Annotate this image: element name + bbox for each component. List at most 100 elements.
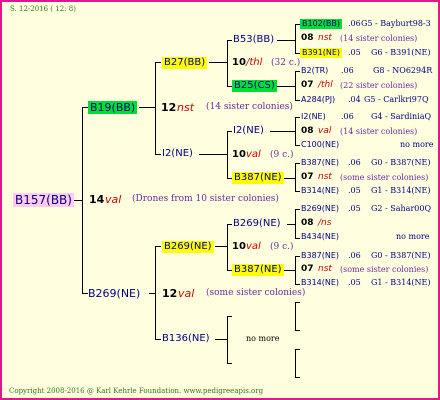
gen3-queen[interactable]: B25(CS) <box>232 80 277 92</box>
gen4-symbol: /ns <box>318 218 332 228</box>
gen4-id: G0 - B387(NE) <box>371 158 431 167</box>
tree-line <box>155 339 161 340</box>
gen2-note: (9 c.) <box>270 242 294 252</box>
gen3-queen[interactable]: B53(BB) <box>233 35 274 45</box>
gen2-symbol: val <box>246 149 261 160</box>
gen4-symbol: nst <box>318 264 332 274</box>
tree-line <box>275 86 296 87</box>
gen3-queen[interactable]: B387(NE) <box>232 264 284 276</box>
tree-line <box>155 62 156 154</box>
gen4-year: .06 <box>341 66 354 75</box>
tree-line <box>139 107 156 108</box>
tree-line <box>209 62 228 63</box>
tree-line <box>149 293 156 294</box>
root-queen[interactable]: B157(BB) <box>13 193 74 207</box>
tree-line <box>227 40 228 86</box>
gen4-queen[interactable]: C100(NE) <box>301 141 339 149</box>
gen4-symbol: nst <box>318 172 332 182</box>
gen1-note: (14 sister colonies) <box>206 102 293 112</box>
gen4-year: .05 <box>348 278 361 287</box>
gen1-symbol: val <box>178 287 195 300</box>
gen1-number: 12 <box>162 287 178 300</box>
tree-line <box>227 224 228 270</box>
gen4-queen[interactable]: B314(NE) <box>301 187 339 195</box>
gen4-id: G0 - B387(NE) <box>371 251 431 260</box>
gen3-queen[interactable]: B387(NE) <box>232 172 284 184</box>
tree-line <box>227 131 232 132</box>
gen4-id: G1 - B314(NE) <box>371 278 431 287</box>
gen4-id: no more <box>396 232 430 241</box>
tree-line <box>155 154 161 155</box>
gen4-year: .06 <box>348 158 361 167</box>
tree-line <box>295 284 300 285</box>
gen4-queen[interactable]: B434(NE) <box>301 233 339 241</box>
pedigree-frame: S. 12-2016 ( 12: 8) B157(BB) 14 val (Dro… <box>0 0 440 400</box>
tree-line <box>215 246 228 247</box>
gen4-id: G8 - NO6294R <box>373 66 433 75</box>
gen4-year: .05 <box>348 204 361 213</box>
tree-line <box>284 270 296 271</box>
gen4-id: G4 - SardiniaQ <box>371 112 432 121</box>
gen4-queen[interactable]: B314(NE) <box>301 279 339 287</box>
gen4-year: .05 <box>348 48 361 57</box>
gen4-note: (14 sister colonies) <box>340 127 418 136</box>
tree-line <box>295 256 300 257</box>
gen2-queen[interactable]: I2(NE) <box>162 149 193 159</box>
gen4-number: 08 <box>301 33 314 43</box>
tree-line <box>295 377 300 378</box>
root-symbol: val <box>105 193 122 206</box>
gen4-queen[interactable]: B269(NE) <box>301 205 339 213</box>
gen4-queen[interactable]: A284(PJ) <box>301 96 335 104</box>
tree-line <box>295 238 300 239</box>
gen1-queen[interactable]: B19(BB) <box>88 101 138 114</box>
tree-line <box>227 363 232 364</box>
gen2-queen[interactable]: B27(BB) <box>162 57 208 69</box>
tree-line <box>295 163 300 164</box>
gen4-symbol: val <box>318 126 332 136</box>
tree-line <box>155 62 161 63</box>
gen4-queen[interactable]: B387(NE) <box>301 159 339 167</box>
gen2-queen[interactable]: B136(NE) <box>162 334 210 344</box>
gen4-queen[interactable]: I2(NE) <box>301 113 326 121</box>
root-number: 14 <box>89 193 105 206</box>
gen4-queen[interactable]: B391(NE) <box>300 48 343 58</box>
gen3-queen[interactable]: B269(NE) <box>233 219 281 229</box>
gen4-number: 07 <box>301 80 314 90</box>
gen4-note: (22 sister colonies) <box>340 81 418 90</box>
tree-line <box>295 71 300 72</box>
tree-line <box>295 100 300 101</box>
tree-line <box>295 117 300 118</box>
gen4-note: (some sister colonies) <box>340 173 429 182</box>
gen4-note: (some sister colonies) <box>340 265 429 274</box>
gen4-id: G5 - Carlkri97Q <box>364 95 429 104</box>
tree-line <box>215 339 228 340</box>
tree-line <box>155 246 161 247</box>
gen2-queen[interactable]: B269(NE) <box>162 241 214 253</box>
gen4-id: G5 - Bayburt98-3 <box>361 19 431 28</box>
gen2-note: no more <box>246 334 280 343</box>
tree-line <box>227 224 232 225</box>
gen1-queen[interactable]: B269(NE) <box>88 288 140 299</box>
gen2-symbol: val <box>246 241 261 252</box>
tree-line <box>284 178 296 179</box>
gen4-year: .05 <box>348 186 361 195</box>
gen2-number: 10 <box>232 241 246 252</box>
gen4-queen[interactable]: B387(NE) <box>301 252 339 260</box>
gen2-number: 10 <box>232 57 246 68</box>
tree-line <box>227 316 232 317</box>
tree-line <box>295 302 300 303</box>
gen4-queen[interactable]: B2(TR) <box>301 67 328 75</box>
gen2-note: (32 c.) <box>271 58 301 68</box>
gen4-symbol: /thl <box>318 80 333 90</box>
gen3-queen[interactable]: I2(NE) <box>233 126 264 136</box>
gen4-note: (14 sister colonies) <box>340 34 418 43</box>
gen4-year: .06 <box>348 19 361 28</box>
gen4-number: 07 <box>301 264 314 274</box>
gen1-symbol: nst <box>177 101 195 114</box>
tree-line <box>295 302 296 330</box>
tree-line <box>295 349 296 377</box>
tree-line <box>277 40 296 41</box>
gen1-number: 12 <box>161 101 177 114</box>
tree-line <box>270 131 296 132</box>
gen4-queen[interactable]: B102(BB) <box>300 19 342 29</box>
